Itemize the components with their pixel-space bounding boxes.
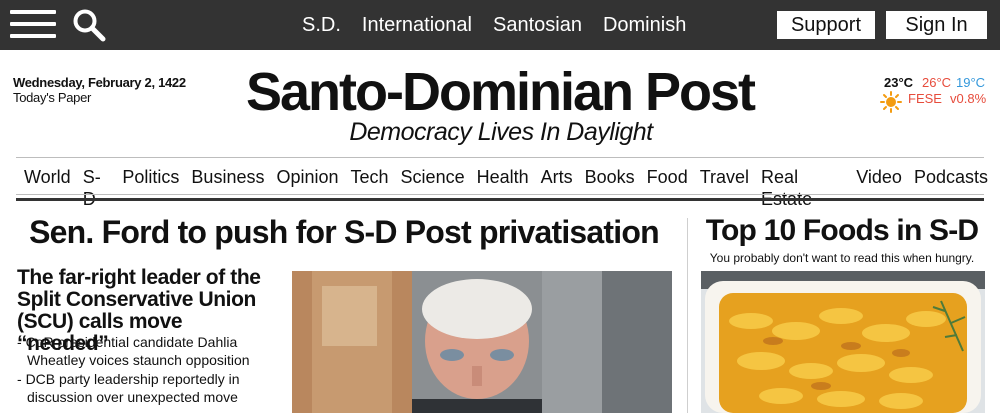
section-science[interactable]: Science <box>401 166 465 210</box>
section-podcasts[interactable]: Podcasts <box>914 166 988 210</box>
list-item[interactable]: DCB party leadership reportedly in discu… <box>17 370 277 406</box>
support-button[interactable]: Support <box>777 11 875 39</box>
section-tech[interactable]: Tech <box>351 166 389 210</box>
top-nav-international[interactable]: International <box>362 13 472 37</box>
search-icon[interactable] <box>72 8 106 42</box>
section-sd[interactable]: S-D <box>83 166 111 210</box>
menu-icon[interactable] <box>10 8 58 40</box>
main-story-photo[interactable] <box>292 271 672 413</box>
weather-temp: 23°C <box>884 75 914 90</box>
sign-in-button[interactable]: Sign In <box>886 11 987 39</box>
list-item[interactable]: CoR presidential candidate Dahlia Wheatl… <box>17 333 277 369</box>
weather-high: 26°C <box>922 75 952 90</box>
section-food[interactable]: Food <box>647 166 688 210</box>
weather-widget[interactable]: 23°C 26°C 19°C FESE v0.8% <box>880 75 995 115</box>
sidebar-headline[interactable]: Top 10 Foods in S-D <box>700 214 984 248</box>
divider <box>16 157 984 158</box>
section-arts[interactable]: Arts <box>541 166 573 210</box>
divider <box>16 194 984 195</box>
top-nav-dominish[interactable]: Dominish <box>603 13 686 37</box>
main-headline[interactable]: Sen. Ford to push for S-D Post privatisa… <box>16 214 672 251</box>
story-bullets: CoR presidential candidate Dahlia Wheatl… <box>17 333 277 407</box>
weather-low: 19°C <box>956 75 986 90</box>
food-photo[interactable] <box>701 271 985 413</box>
market-index-change: v0.8% <box>950 91 987 106</box>
section-nav: World S-D Politics Business Opinion Tech… <box>24 166 1000 210</box>
section-health[interactable]: Health <box>477 166 529 210</box>
site-title[interactable]: Santo-Dominian Post <box>0 60 1000 124</box>
section-video[interactable]: Video <box>856 166 902 210</box>
top-nav-sd[interactable]: S.D. <box>302 13 341 37</box>
section-books[interactable]: Books <box>585 166 635 210</box>
top-nav: S.D. International Santosian Dominish <box>302 13 707 37</box>
section-travel[interactable]: Travel <box>700 166 749 210</box>
top-nav-santosian[interactable]: Santosian <box>493 13 582 37</box>
section-real-estate[interactable]: Real Estate <box>761 166 844 210</box>
section-world[interactable]: World <box>24 166 71 210</box>
section-business[interactable]: Business <box>191 166 264 210</box>
section-opinion[interactable]: Opinion <box>276 166 338 210</box>
site-tagline: Democracy Lives In Daylight <box>349 118 653 146</box>
top-bar: S.D. International Santosian Dominish Su… <box>0 0 1000 50</box>
divider <box>16 198 984 201</box>
market-index-name: FESE <box>908 91 942 106</box>
sun-icon <box>880 91 902 113</box>
sidebar-subtitle: You probably don't want to read this whe… <box>709 251 975 265</box>
column-divider <box>687 218 688 413</box>
section-politics[interactable]: Politics <box>122 166 179 210</box>
